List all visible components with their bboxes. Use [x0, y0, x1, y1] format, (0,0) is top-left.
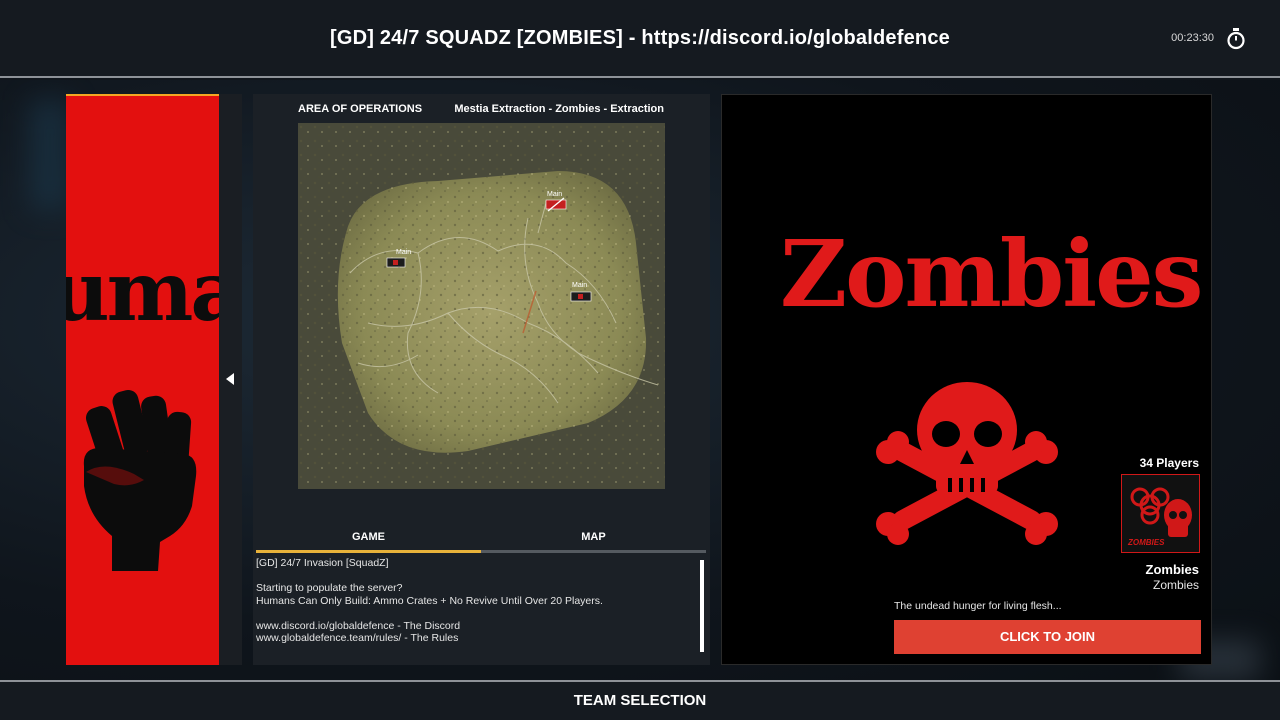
svg-text:Main: Main [547, 191, 562, 198]
join-team-button[interactable]: CLICK TO JOIN [894, 620, 1201, 654]
game-info-line: Starting to populate the server? [256, 582, 403, 594]
stopwatch-icon [1227, 28, 1245, 50]
team-banner-title: Zombies [780, 220, 1203, 328]
faction-name: Zombies [1145, 562, 1199, 577]
header-bar: [GD] 24/7 SQUADZ [ZOMBIES] - https://dis… [0, 0, 1280, 78]
team-card-zombies[interactable]: Zombies 34 Players ZOMBIES Zombies Zombi… [721, 94, 1212, 665]
team-banner-text: uma [66, 244, 219, 340]
description-scrollbar[interactable] [700, 560, 704, 652]
player-count: 34 Players [1139, 456, 1199, 470]
team-selection-label: TEAM SELECTION [573, 692, 707, 709]
footer-bar: TEAM SELECTION [0, 680, 1280, 720]
team-banner-humans: uma [66, 94, 219, 665]
layer-name: Mestia Extraction - Zombies - Extraction [454, 103, 664, 115]
game-info-line [256, 570, 696, 583]
tab-underline [256, 550, 706, 553]
team-card-humans[interactable]: uma [66, 94, 242, 665]
game-info-line: Humans Can Only Build: Ammo Crates + No … [256, 594, 603, 607]
faction-description: The undead hunger for living flesh... [894, 600, 1062, 612]
svg-text:Main: Main [572, 282, 587, 289]
faction-logo: ZOMBIES [1121, 474, 1200, 553]
raised-fist-icon [83, 389, 197, 571]
match-timer: 00:23:30 [1171, 32, 1214, 44]
faction-subtitle: Zombies [1152, 578, 1199, 592]
game-info-line: www.globaldefence.team/rules/ - The Rule… [256, 632, 459, 644]
background-blur [30, 100, 70, 210]
faction-logo-text: ZOMBIES [1127, 538, 1165, 547]
game-description: [GD] 24/7 Invasion [SquadZ] Starting to … [256, 557, 696, 657]
biohazard-icon: ZOMBIES [1127, 487, 1192, 547]
game-info-line: www.discord.io/globaldefence - The Disco… [256, 619, 461, 632]
game-info-line: [GD] 24/7 Invasion [SquadZ] [256, 557, 389, 569]
area-of-operations-label: AREA OF OPERATIONS [298, 103, 423, 115]
map-info-panel: AREA OF OPERATIONS Mestia Extraction - Z… [253, 94, 710, 665]
minimap: Main Main Main [298, 123, 665, 489]
game-info-line [256, 607, 696, 620]
server-title: [GD] 24/7 SQUADZ [ZOMBIES] - https://dis… [329, 27, 950, 49]
active-tab-indicator [256, 550, 481, 553]
previous-team-arrow-icon[interactable] [226, 373, 234, 385]
skull-crossbones-icon [876, 382, 1058, 545]
svg-text:Main: Main [396, 249, 411, 256]
